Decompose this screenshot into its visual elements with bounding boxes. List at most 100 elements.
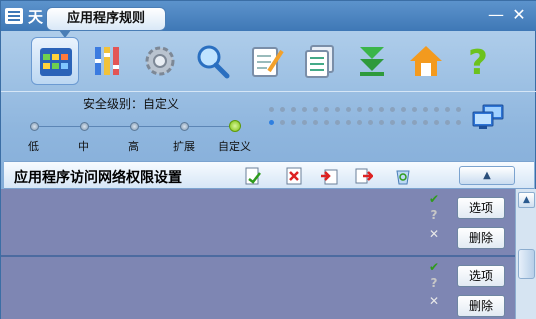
log-button[interactable]	[296, 37, 344, 85]
ask-status-icon[interactable]: ?	[427, 277, 441, 289]
activity-dot	[445, 120, 450, 125]
level-label-low: 低	[28, 140, 39, 153]
activity-dot	[423, 107, 428, 112]
ask-status-icon[interactable]: ?	[427, 209, 441, 221]
scroll-thumb[interactable]	[518, 249, 535, 279]
activity-dot	[390, 107, 395, 112]
activity-dot	[313, 120, 318, 125]
activity-dot	[313, 107, 318, 112]
activity-dot	[280, 107, 285, 112]
toolbar: ?	[21, 34, 521, 90]
recycle-bin-icon[interactable]	[394, 167, 412, 185]
help-icon: ?	[468, 43, 488, 79]
deny-status-icon[interactable]: ✕	[427, 228, 441, 240]
level-label-custom: 自定义	[218, 140, 251, 153]
level-label-high: 高	[128, 140, 139, 153]
activity-dot	[401, 107, 406, 112]
bandwidth-button[interactable]	[83, 37, 131, 85]
activity-dot	[434, 120, 439, 125]
collapse-button[interactable]: ▲	[459, 166, 515, 185]
search-button[interactable]	[188, 37, 236, 85]
columns-icon	[95, 47, 119, 75]
window-title: 天	[28, 8, 44, 26]
network-activity-dots	[269, 107, 469, 131]
delete-button[interactable]: 删除	[457, 295, 505, 317]
allow-status-icon[interactable]: ✔	[427, 193, 441, 205]
export-rules-icon[interactable]	[355, 167, 373, 185]
activity-dot	[357, 107, 362, 112]
divider	[1, 91, 536, 92]
download-icon	[360, 47, 384, 76]
update-button[interactable]	[348, 37, 396, 85]
activity-dot	[346, 120, 351, 125]
options-button[interactable]: 选项	[457, 265, 505, 287]
monitors-icon[interactable]	[471, 104, 505, 130]
edit-button[interactable]	[243, 37, 291, 85]
allow-status-icon[interactable]: ✔	[427, 261, 441, 273]
activity-dot	[357, 120, 362, 125]
remove-rule-icon[interactable]	[285, 167, 303, 185]
activity-dot	[423, 120, 428, 125]
log-icon	[305, 45, 334, 78]
activity-dot	[456, 120, 461, 125]
help-button[interactable]: ?	[454, 37, 502, 85]
rules-list: ✔ ? ✕ 选项 删除 ✔ ? ✕ 选项 删除	[1, 189, 515, 319]
magnifier-icon	[197, 45, 230, 79]
activity-dot	[324, 107, 329, 112]
deny-status-icon[interactable]: ✕	[427, 295, 441, 307]
options-button[interactable]: 选项	[457, 197, 505, 219]
activity-dot	[434, 107, 439, 112]
app-rules-button[interactable]	[31, 37, 79, 85]
home-icon	[410, 46, 442, 76]
scrollbar[interactable]: ▲	[515, 189, 536, 319]
activity-dot	[379, 120, 384, 125]
scroll-up-button[interactable]: ▲	[518, 192, 535, 208]
activity-dot	[269, 120, 274, 125]
svg-text:?: ?	[468, 43, 488, 79]
app-window: 天 — ✕ 应用程序规则 ? 安全级别：自定义 低 中 高 扩展 自定义 应用程…	[0, 0, 536, 319]
activity-dot	[324, 120, 329, 125]
tooltip: 应用程序规则	[46, 7, 166, 38]
level-knob-medium[interactable]	[80, 122, 89, 131]
close-button[interactable]: ✕	[509, 5, 529, 25]
list-item[interactable]: ✔ ? ✕ 选项 删除	[1, 255, 515, 319]
activity-dot	[390, 120, 395, 125]
activity-dot	[346, 107, 351, 112]
activity-dot	[412, 107, 417, 112]
activity-dot	[368, 120, 373, 125]
home-button[interactable]	[402, 37, 450, 85]
level-knob-custom[interactable]	[229, 120, 241, 132]
section-header: 应用程序访问网络权限设置 ▲	[4, 161, 534, 189]
level-knob-extended[interactable]	[180, 122, 189, 131]
section-title: 应用程序访问网络权限设置	[14, 170, 182, 186]
app-icon	[5, 8, 23, 24]
add-rule-icon[interactable]	[244, 167, 262, 185]
activity-dot	[456, 107, 461, 112]
activity-dot	[302, 107, 307, 112]
notepad-icon	[252, 47, 284, 77]
import-rules-icon[interactable]	[320, 167, 338, 185]
level-knob-high[interactable]	[130, 122, 139, 131]
minimize-button[interactable]: —	[486, 5, 506, 25]
activity-dot	[291, 120, 296, 125]
activity-dot	[269, 107, 274, 112]
activity-dot	[412, 120, 417, 125]
security-level-label: 安全级别：自定义	[83, 97, 180, 111]
settings-button[interactable]	[136, 37, 184, 85]
list-item[interactable]: ✔ ? ✕ 选项 删除	[1, 189, 515, 255]
gear-icon	[145, 46, 175, 76]
activity-dot	[335, 107, 340, 112]
activity-dot	[291, 107, 296, 112]
activity-dot	[302, 120, 307, 125]
activity-dot	[368, 107, 373, 112]
activity-dot	[445, 107, 450, 112]
app-rules-icon	[40, 48, 72, 76]
level-label-medium: 中	[78, 140, 89, 153]
level-knob-low[interactable]	[30, 122, 39, 131]
activity-dot	[401, 120, 406, 125]
activity-dot	[335, 120, 340, 125]
activity-dot	[280, 120, 285, 125]
delete-button[interactable]: 删除	[457, 227, 505, 249]
activity-dot	[379, 107, 384, 112]
level-label-extended: 扩展	[173, 140, 195, 153]
